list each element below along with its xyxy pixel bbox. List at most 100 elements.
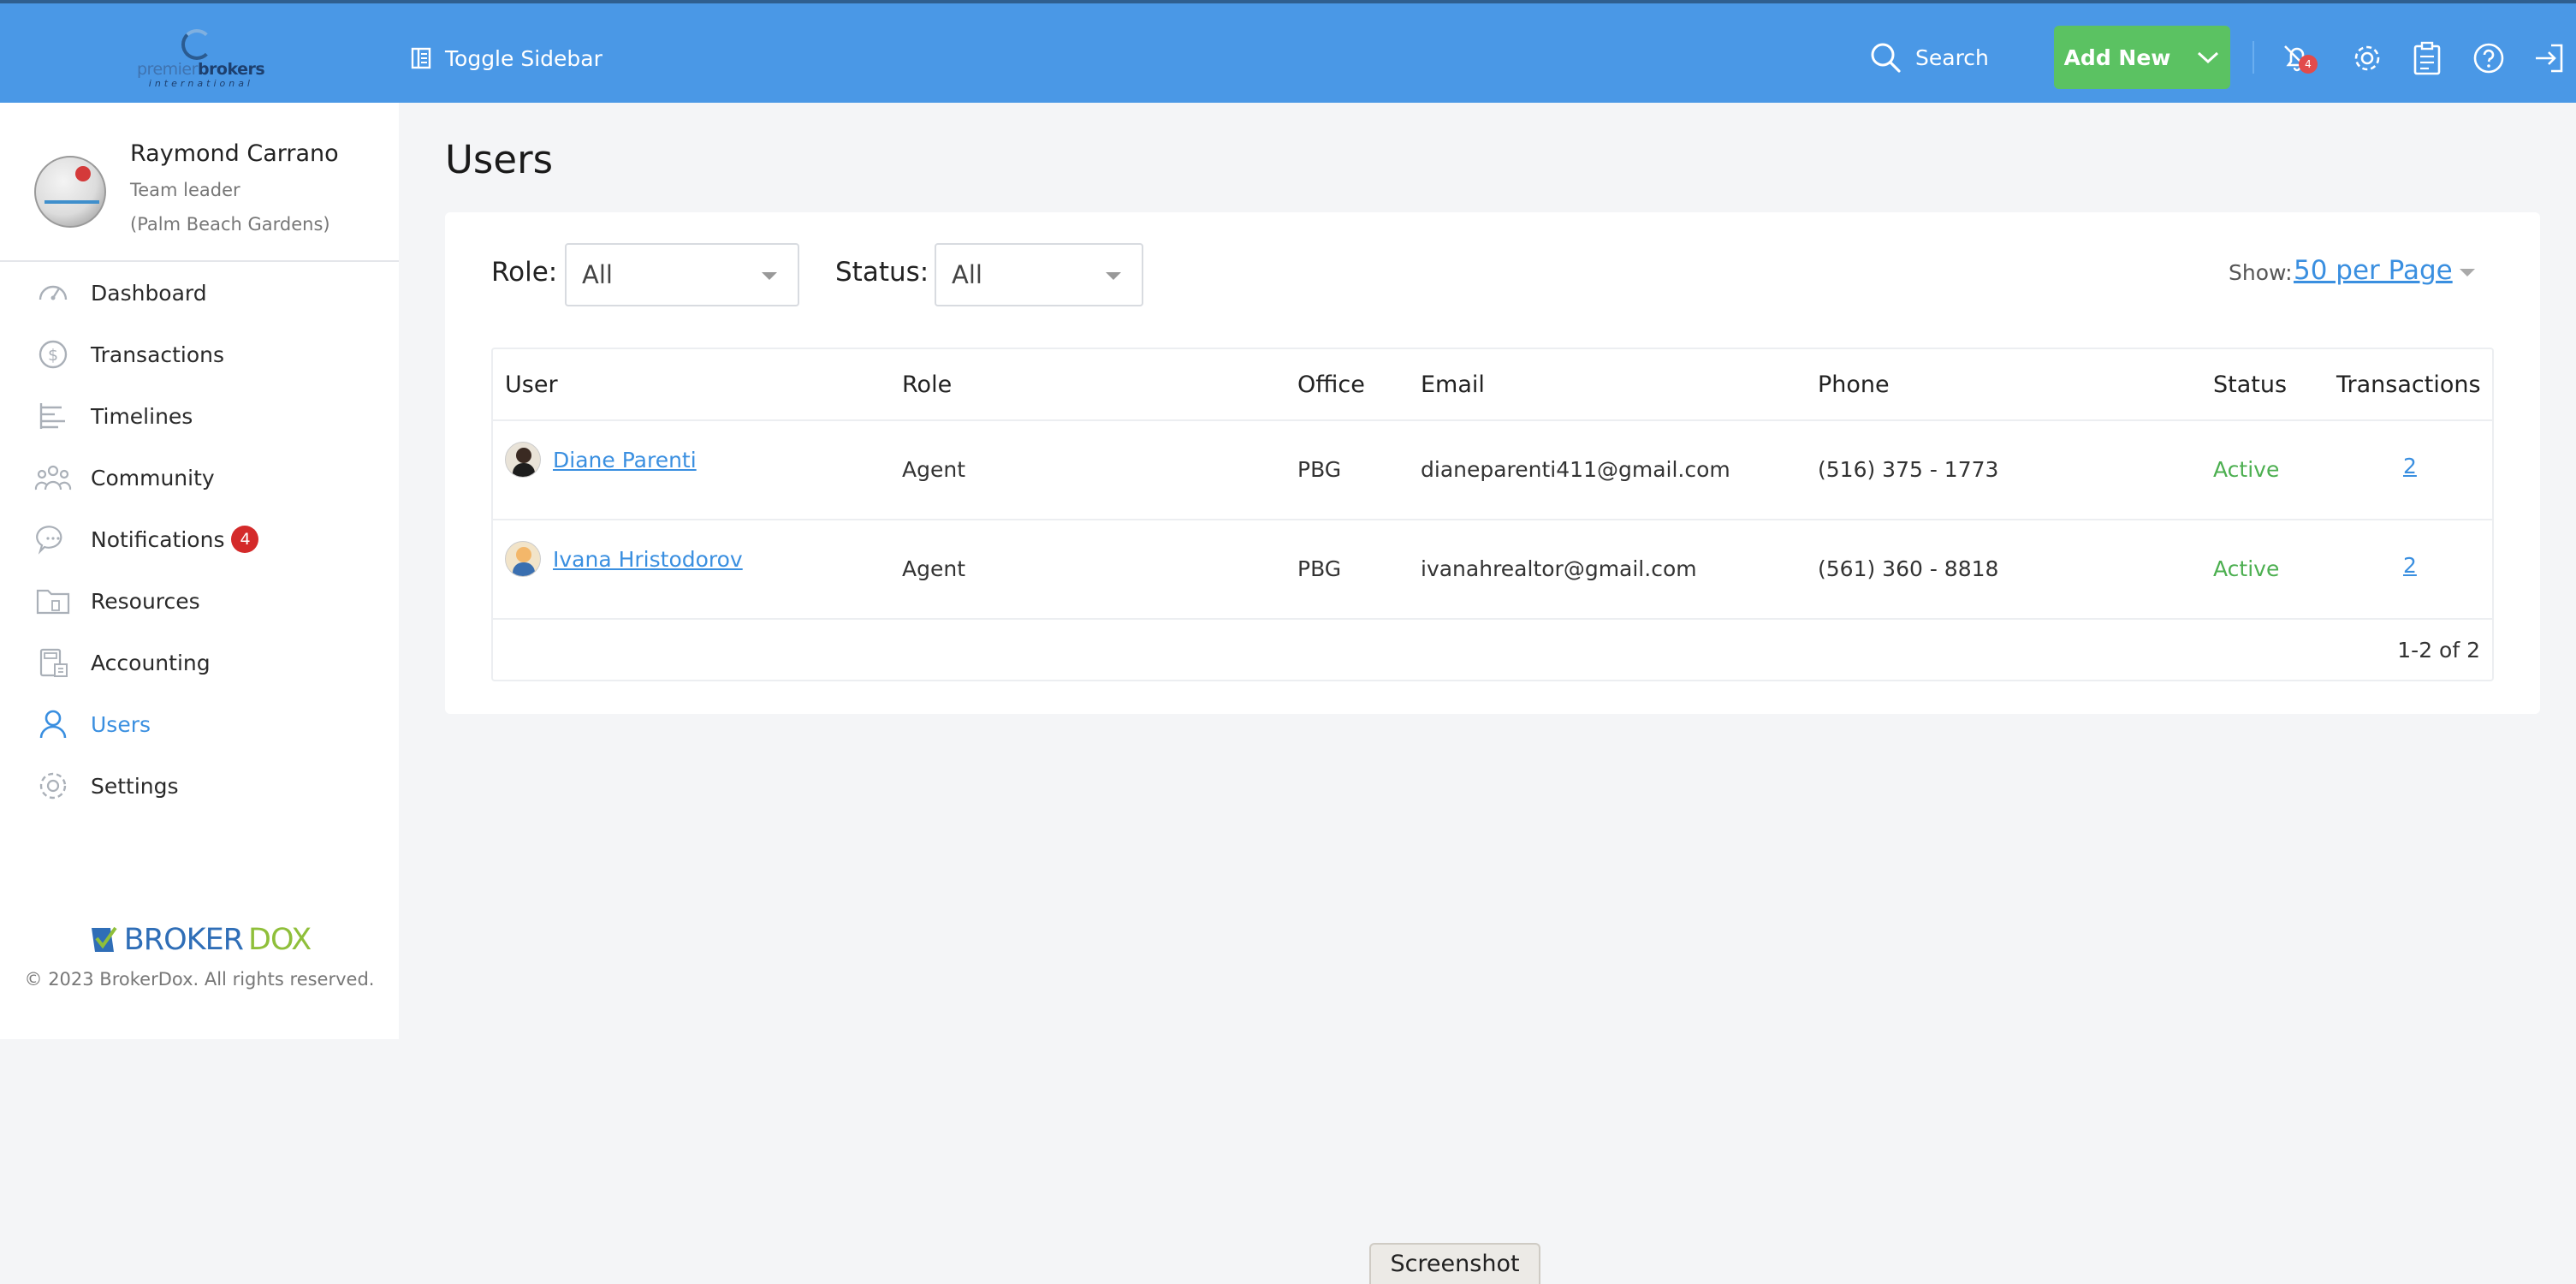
sidebar-item-label: Community (91, 465, 215, 490)
role-filter-value: All (582, 260, 613, 289)
sidebar-item-label: Dashboard (91, 280, 207, 306)
column-header-phone[interactable]: Phone (1818, 372, 1890, 398)
search-icon (1871, 43, 1901, 73)
sidebar-item-settings[interactable]: Settings (0, 755, 399, 817)
column-header-user[interactable]: User (505, 372, 558, 398)
logo-ring-icon (181, 29, 212, 60)
logout-button[interactable] (2530, 39, 2567, 77)
logo-subtitle: international (148, 78, 253, 89)
svg-text:$: $ (48, 346, 58, 365)
avatar[interactable] (34, 156, 106, 228)
notifications-muted-button[interactable]: 4 (2278, 39, 2318, 77)
sidebar-item-community[interactable]: Community (0, 447, 399, 508)
header-separator (2253, 41, 2254, 74)
chevron-down-icon (1106, 272, 1121, 280)
user-cell: Diane Parenti (505, 442, 697, 478)
page-title: Users (445, 137, 554, 182)
brokerdox-word-broker: BROKER (123, 923, 244, 957)
help-button[interactable] (2470, 39, 2508, 77)
per-page-label: Show: (2229, 260, 2293, 285)
transactions-count-link[interactable]: 2 (2403, 454, 2417, 479)
status-filter-select[interactable]: All (935, 243, 1143, 306)
sidebar-item-transactions[interactable]: $ Transactions (0, 324, 399, 385)
sidebar-item-dashboard[interactable]: Dashboard (0, 262, 399, 324)
status-badge: Active (2213, 556, 2280, 581)
sidebar-nav: Dashboard $ Transactions Timelines Commu… (0, 262, 399, 817)
sidebar-item-label: Resources (91, 588, 200, 614)
sidebar-item-accounting[interactable]: Accounting (0, 632, 399, 693)
sidebar-item-label: Transactions (91, 342, 225, 367)
column-header-email[interactable]: Email (1421, 372, 1485, 398)
sidebar-item-label: Timelines (91, 403, 193, 429)
sidebar-item-label: Accounting (91, 650, 211, 675)
add-new-button[interactable]: Add New (2054, 26, 2230, 89)
sidebar: Raymond Carrano Team leader (Palm Beach … (0, 103, 399, 1039)
brokerdox-logo-icon (91, 926, 117, 952)
user-email: dianeparenti411@gmail.com (1421, 457, 1730, 482)
user-phone: (561) 360 - 8818 (1818, 556, 1999, 581)
user-name-link[interactable]: Ivana Hristodorov (553, 547, 743, 572)
screenshot-button[interactable]: Screenshot (1369, 1243, 1540, 1284)
sidebar-item-label: Users (91, 711, 151, 737)
sidebar-item-timelines[interactable]: Timelines (0, 385, 399, 447)
sidebar-item-notifications[interactable]: Notifications 4 (0, 508, 399, 570)
folder-icon (34, 582, 72, 620)
profile-name: Raymond Carrano (130, 140, 339, 167)
chevron-down-icon (762, 272, 777, 280)
avatar (505, 541, 541, 577)
avatar (505, 442, 541, 478)
transactions-count-link[interactable]: 2 (2403, 553, 2417, 578)
column-header-transactions[interactable]: Transactions (2336, 372, 2481, 398)
table-row: Diane Parenti Agent PBG dianeparenti411@… (493, 421, 2492, 520)
chevron-down-icon (2198, 51, 2219, 64)
brokerdox-word-dox: DOX (248, 923, 312, 957)
sidebar-item-resources[interactable]: Resources (0, 570, 399, 632)
user-cell: Ivana Hristodorov (505, 541, 743, 577)
table-row: Ivana Hristodorov Agent PBG ivanahrealto… (493, 520, 2492, 620)
user-phone: (516) 375 - 1773 (1818, 457, 1999, 482)
clipboard-button[interactable] (2408, 39, 2446, 77)
role-filter-select[interactable]: All (565, 243, 799, 306)
per-page-select[interactable]: 50 per Page (2294, 255, 2453, 286)
calculator-icon (34, 644, 72, 681)
toggle-sidebar-button[interactable]: Toggle Sidebar (411, 43, 602, 74)
sidebar-toggle-icon (411, 47, 431, 69)
user-icon (34, 705, 72, 743)
profile-office: (Palm Beach Gardens) (130, 214, 330, 235)
gear-icon (2354, 45, 2380, 71)
gear-icon (34, 767, 72, 805)
search-button[interactable]: Search (1869, 41, 1989, 74)
company-logo[interactable]: premierbrokers international (137, 29, 265, 91)
header-notification-badge: 4 (2299, 55, 2318, 74)
gauge-icon (34, 274, 72, 312)
notification-count-badge: 4 (231, 526, 259, 553)
search-label: Search (1915, 45, 1989, 70)
role-filter-label: Role: (491, 257, 558, 288)
community-icon (34, 459, 72, 496)
help-icon (2473, 43, 2504, 74)
settings-button[interactable] (2348, 39, 2386, 77)
column-header-office[interactable]: Office (1297, 372, 1365, 398)
table-header: User Role Office Email Phone Status Tran… (493, 349, 2492, 421)
column-header-status[interactable]: Status (2213, 372, 2287, 398)
chat-icon (34, 520, 72, 558)
user-role: Agent (902, 556, 965, 581)
column-header-role[interactable]: Role (902, 372, 952, 398)
user-name-link[interactable]: Diane Parenti (553, 448, 697, 473)
toggle-sidebar-label: Toggle Sidebar (445, 45, 602, 71)
chevron-down-icon[interactable] (2460, 269, 2475, 276)
status-filter-value: All (952, 260, 982, 289)
status-filter-label: Status: (835, 257, 929, 288)
sidebar-item-label: Settings (91, 773, 179, 799)
profile-role: Team leader (130, 180, 240, 200)
status-badge: Active (2213, 457, 2280, 482)
sidebar-item-users[interactable]: Users (0, 693, 399, 755)
user-office: PBG (1297, 556, 1342, 581)
dollar-circle-icon: $ (34, 336, 72, 373)
logout-icon (2536, 44, 2563, 73)
top-bar: premierbrokers international Toggle Side… (0, 3, 2576, 103)
user-role: Agent (902, 457, 965, 482)
logo-word-brokers: brokers (197, 60, 265, 79)
user-profile: Raymond Carrano Team leader (Palm Beach … (0, 103, 399, 262)
sidebar-item-label: Notifications (91, 526, 225, 552)
